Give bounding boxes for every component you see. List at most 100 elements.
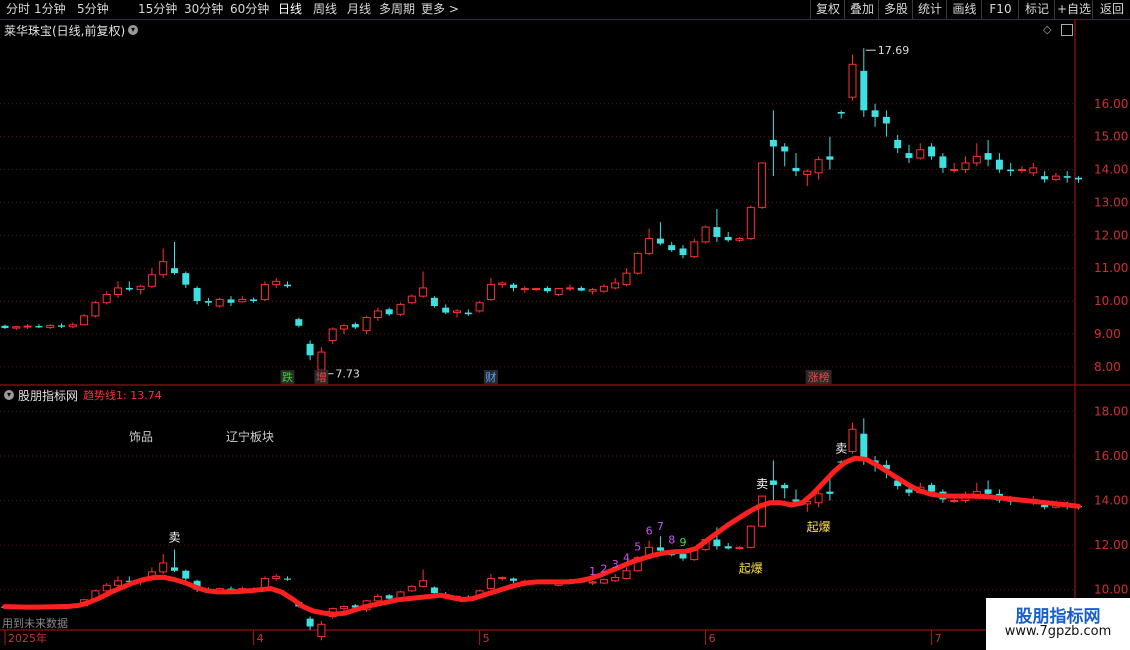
count-signal-4: 4 [623, 551, 630, 564]
period-4[interactable]: 30分钟 [184, 2, 223, 17]
main-candle-37 [419, 287, 428, 297]
month-label-4: 7 [935, 632, 942, 645]
indicator-dropdown-icon[interactable]: ▾ [4, 390, 14, 400]
ind-candle-20 [227, 588, 235, 591]
main-ytick-5: 13.00 [1094, 195, 1128, 209]
kline-chart[interactable]: 8.009.0010.0011.0012.0013.0014.0015.0016… [0, 0, 1130, 650]
ind-candle-76 [860, 433, 868, 461]
ind-candle-27 [306, 618, 314, 627]
period-6[interactable]: 日线 [278, 2, 302, 17]
toolbar: 分时 1分钟 5分钟 15分钟 30分钟 60分钟 日线 周线 月线 多周期 更多 > 复权 叠加 多股统… [0, 0, 1130, 20]
ind-candle-70 [792, 499, 800, 502]
sell-signal-2: 卖 [835, 441, 847, 455]
main-candle-67 [758, 162, 767, 208]
toolbar-button-2[interactable]: 多股 [878, 0, 913, 19]
main-ytick-3: 11.00 [1094, 261, 1128, 275]
trend-line [2, 455, 1081, 617]
ind-candle-13 [147, 571, 156, 581]
diamond-icon[interactable]: ◇ [1043, 23, 1051, 36]
panel-toggle-icon[interactable] [1061, 24, 1073, 36]
toolbar-button-5[interactable]: F10 [981, 0, 1019, 19]
main-candle-22 [250, 299, 258, 302]
ind-candle-14 [159, 562, 168, 573]
period-8[interactable]: 月线 [347, 2, 371, 17]
period-3[interactable]: 15分钟 [138, 2, 177, 17]
ind-candle-37 [419, 580, 428, 587]
main-candle-69 [781, 146, 789, 152]
main-candle-89 [1007, 169, 1015, 172]
ind-candle-60 [679, 554, 687, 559]
ind-candle-41 [464, 597, 472, 599]
main-candle-71 [803, 170, 812, 175]
main-candle-40 [453, 310, 461, 314]
tag-jewelry: 饰品 [129, 430, 154, 444]
ind-candle-75 [848, 428, 857, 453]
ind-candle-58 [656, 547, 664, 551]
ind-ytick-3: 16.00 [1094, 449, 1128, 463]
main-candle-43 [486, 284, 495, 300]
main-candle-58 [656, 238, 664, 244]
period-2[interactable]: 5分钟 [77, 2, 109, 17]
toolbar-button-6[interactable]: 标记 [1018, 0, 1055, 19]
event-marker-bg-2 [483, 370, 498, 384]
period-1[interactable]: 1分钟 [34, 2, 66, 17]
main-ytick-6: 14.00 [1094, 163, 1128, 177]
main-candle-48 [543, 287, 551, 292]
main-candle-56 [633, 252, 642, 274]
watermark-url: www.7gpzb.com [1004, 624, 1112, 639]
ind-ytick-0: 10.00 [1094, 583, 1128, 597]
main-candle-14 [159, 261, 168, 276]
count-signal-5: 5 [634, 540, 641, 553]
event-marker-1: 增 [316, 370, 327, 384]
toolbar-button-1[interactable]: 叠加 [844, 0, 879, 19]
ind-candle-77 [871, 460, 879, 465]
main-candle-20 [227, 299, 235, 303]
period-10[interactable]: 更多 > [421, 2, 459, 17]
ind-candle-18 [204, 589, 212, 591]
main-candle-84 [950, 169, 959, 172]
toolbar-button-4[interactable]: 画线 [946, 0, 982, 19]
ind-candle-10 [114, 580, 122, 586]
toolbar-button-0[interactable]: 复权 [810, 0, 845, 19]
main-candle-19 [215, 298, 224, 307]
ind-candle-45 [510, 578, 517, 581]
ind-candle-33 [373, 595, 382, 602]
ind-candle-23 [260, 578, 269, 590]
ind-candle-12 [136, 579, 145, 583]
ind-candle-55 [622, 570, 631, 580]
ind-candle-54 [611, 576, 620, 582]
period-9[interactable]: 多周期 [379, 2, 415, 17]
main-candle-70 [792, 167, 800, 172]
main-candle-27 [306, 343, 314, 356]
period-5[interactable]: 60分钟 [230, 2, 269, 17]
ind-candle-83 [939, 491, 947, 500]
month-label-3: 6 [709, 632, 716, 645]
main-candle-55 [622, 272, 631, 286]
title-dropdown-icon[interactable]: ▾ [128, 25, 138, 35]
burst-signal-1: 起爆 [807, 520, 831, 534]
period-0[interactable]: 分时 [6, 2, 30, 17]
ind-candle-46 [520, 580, 529, 583]
main-candle-94 [1063, 176, 1071, 178]
ind-candle-65 [735, 546, 744, 549]
ind-candle-0 [1, 606, 9, 608]
month-label-0: 2025年 [8, 631, 47, 645]
toolbar-button-7[interactable]: +自选 [1054, 0, 1093, 19]
main-candle-11 [125, 287, 133, 290]
toolbar-button-8[interactable]: 返回 [1092, 0, 1130, 19]
main-candle-72 [814, 159, 823, 174]
ind-candle-39 [442, 594, 450, 598]
main-candle-29 [328, 328, 337, 342]
main-candle-21 [238, 298, 247, 303]
ind-candle-52 [588, 581, 597, 584]
period-7[interactable]: 周线 [313, 2, 337, 17]
toolbar-button-3[interactable]: 统计 [912, 0, 947, 19]
ind-candle-44 [498, 576, 507, 580]
ind-candle-68 [769, 480, 777, 485]
main-candle-88 [995, 159, 1003, 170]
future-data-note: 用到未来数据 [2, 617, 68, 630]
ind-candle-31 [351, 605, 359, 608]
ind-ytick-2: 14.00 [1094, 494, 1128, 508]
main-candle-93 [1051, 175, 1060, 180]
main-candle-42 [475, 302, 484, 312]
